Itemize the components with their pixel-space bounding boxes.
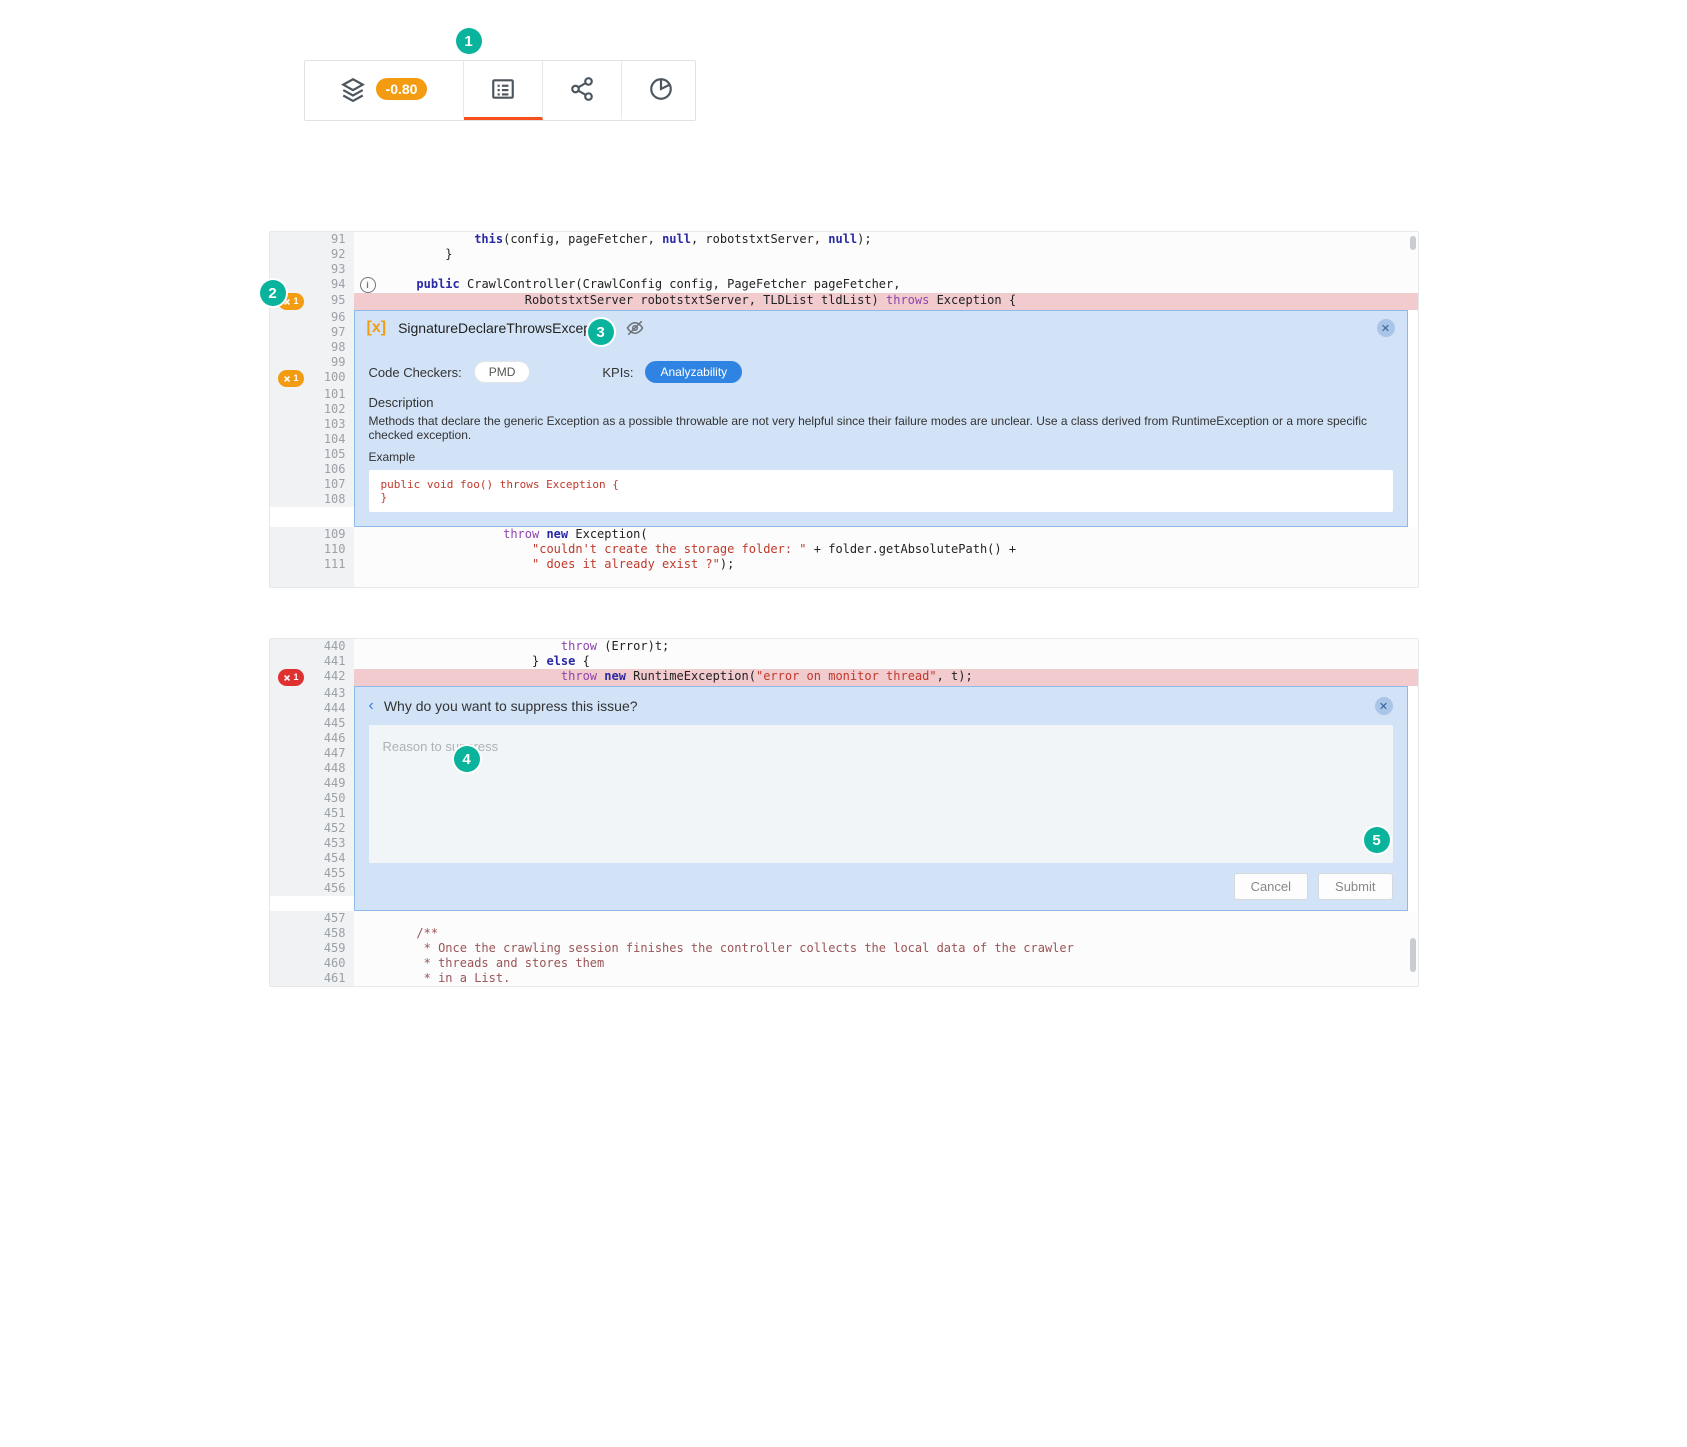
issue-detail-panel: [x] SignatureDeclareThrowsException ✕ Co…	[354, 310, 1408, 527]
issue-badge[interactable]: 1	[278, 669, 303, 686]
list-icon	[490, 76, 516, 102]
checker-pill[interactable]: PMD	[474, 361, 531, 383]
callout-4: 4	[454, 746, 480, 772]
view-tab-strip: -0.80	[304, 60, 696, 121]
example-label: Example	[369, 450, 1393, 464]
pie-icon	[648, 76, 674, 102]
description-label: Description	[369, 395, 1393, 410]
example-code: public void foo() throws Exception { }	[369, 470, 1393, 512]
info-icon[interactable]: i	[360, 277, 376, 293]
issue-icon: [x]	[367, 319, 387, 337]
scrollbar[interactable]	[1410, 641, 1416, 984]
score-badge: -0.80	[376, 78, 428, 100]
tab-graph[interactable]	[543, 61, 622, 120]
code-view-2: 440 throw (Error)t; 441 } else { 1442 th…	[269, 638, 1419, 987]
kpi-pill[interactable]: Analyzability	[645, 361, 742, 383]
tab-list[interactable]	[464, 61, 543, 120]
issue-title: SignatureDeclareThrowsException	[398, 320, 614, 336]
kpis-label: KPIs:	[602, 365, 633, 380]
highlighted-line-95[interactable]: 195 RobotstxtServer robotstxtServer, TLD…	[270, 293, 1418, 310]
back-icon[interactable]: ‹	[369, 697, 374, 715]
submit-button[interactable]: Submit	[1318, 873, 1392, 900]
suppress-question: Why do you want to suppress this issue?	[384, 698, 638, 714]
share-icon	[569, 76, 595, 102]
callout-1: 1	[456, 28, 482, 54]
close-icon[interactable]: ✕	[1375, 697, 1393, 715]
close-icon[interactable]: ✕	[1377, 319, 1395, 337]
cancel-button[interactable]: Cancel	[1234, 873, 1308, 900]
callout-3: 3	[588, 319, 614, 345]
suppress-reason-input[interactable]: Reason to suppress	[369, 725, 1393, 863]
issue-badge[interactable]: 1	[278, 370, 303, 387]
code-checkers-label: Code Checkers:	[369, 365, 462, 380]
highlighted-line-442[interactable]: 1442 throw new RuntimeException("error o…	[270, 669, 1418, 686]
layers-icon	[340, 76, 366, 102]
callout-2: 2	[260, 280, 286, 306]
callout-5: 5	[1364, 827, 1390, 853]
code-view-1: 91 this(config, pageFetcher, null, robot…	[269, 231, 1419, 588]
tab-score[interactable]: -0.80	[305, 61, 464, 120]
tab-pie[interactable]	[622, 61, 700, 120]
suppress-panel: ‹ Why do you want to suppress this issue…	[354, 686, 1408, 911]
description-text: Methods that declare the generic Excepti…	[369, 414, 1393, 442]
suppress-icon[interactable]	[626, 319, 644, 337]
